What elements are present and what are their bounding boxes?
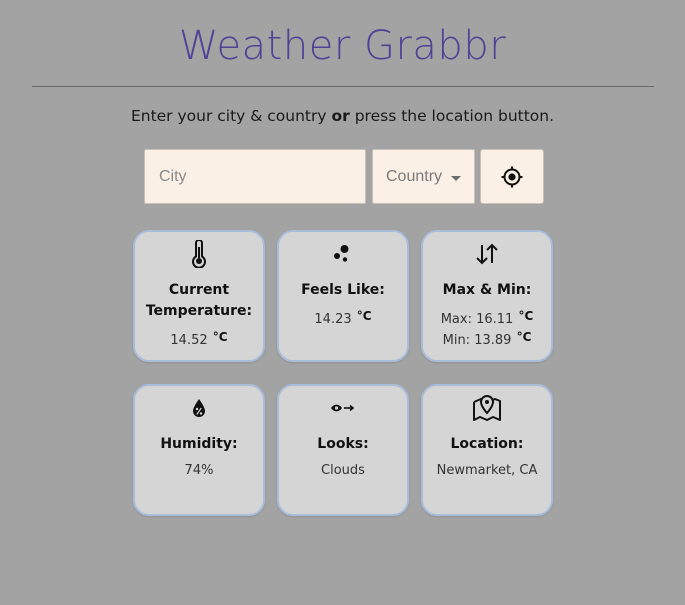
instructions-text: Enter your city & country or press the l… bbox=[0, 105, 685, 127]
looks-title: Looks: bbox=[317, 436, 369, 452]
feels-like-unit: °C bbox=[356, 309, 372, 323]
instructions-or: or bbox=[331, 107, 350, 125]
looks-card: Looks: Clouds bbox=[277, 384, 409, 516]
map-pin-icon bbox=[473, 394, 501, 421]
temperature-title-line-2: Temperature: bbox=[145, 303, 253, 319]
humidity-card: Humidity: 74% bbox=[133, 384, 265, 516]
app-title: Weather Grabbr bbox=[178, 23, 507, 69]
max-label: Max: bbox=[440, 312, 477, 327]
caret-down-icon bbox=[451, 176, 461, 181]
location-button[interactable] bbox=[480, 149, 544, 204]
bubbles-icon bbox=[334, 245, 349, 262]
feels-like-card: Feels Like: 14.23 °C bbox=[277, 230, 409, 362]
temperature-value-row: 14.52 °C bbox=[135, 327, 263, 351]
country-select[interactable]: Country bbox=[372, 149, 475, 204]
feels-like-title: Feels Like: bbox=[301, 282, 385, 298]
instructions-part-1: Enter your city & country bbox=[130, 107, 332, 125]
location-value: Newmarket, CA bbox=[436, 463, 538, 478]
max-value: 16.11 bbox=[476, 312, 514, 327]
humidity-drop-icon bbox=[193, 399, 205, 417]
country-select-label: Country bbox=[386, 167, 443, 185]
city-input[interactable] bbox=[144, 149, 366, 204]
min-label: Min: bbox=[442, 333, 475, 348]
min-value: 13.89 bbox=[474, 333, 512, 348]
temperature-unit: °C bbox=[212, 330, 228, 344]
header-divider bbox=[32, 86, 654, 87]
humidity-title: Humidity: bbox=[160, 436, 238, 452]
feels-like-value: 14.23 bbox=[314, 312, 352, 327]
temperature-title-line-1: Current bbox=[168, 282, 230, 298]
temperature-value: 14.52 bbox=[170, 333, 208, 348]
max-min-card: Max & Min: Max: 16.11 °C Min: 13.89 °C bbox=[421, 230, 553, 362]
max-min-title: Max & Min: bbox=[442, 282, 532, 298]
up-down-arrows-icon bbox=[476, 243, 498, 265]
thermometer-icon bbox=[192, 240, 206, 268]
min-row: Min: 13.89 °C bbox=[423, 327, 551, 351]
eye-arrow-icon bbox=[331, 404, 355, 412]
location-card: Location: Newmarket, CA bbox=[421, 384, 553, 516]
gps-crosshair-icon bbox=[501, 166, 523, 187]
location-title: Location: bbox=[450, 436, 524, 452]
max-unit: °C bbox=[518, 309, 534, 323]
instructions-part-2: press the location button. bbox=[349, 107, 555, 125]
looks-value: Clouds bbox=[321, 463, 365, 478]
feels-like-value-row: 14.23 °C bbox=[279, 306, 407, 330]
temperature-title: Current Temperature: bbox=[135, 280, 263, 322]
humidity-value: 74% bbox=[184, 463, 214, 478]
min-unit: °C bbox=[516, 330, 532, 344]
temperature-card: Current Temperature: 14.52 °C bbox=[133, 230, 265, 362]
